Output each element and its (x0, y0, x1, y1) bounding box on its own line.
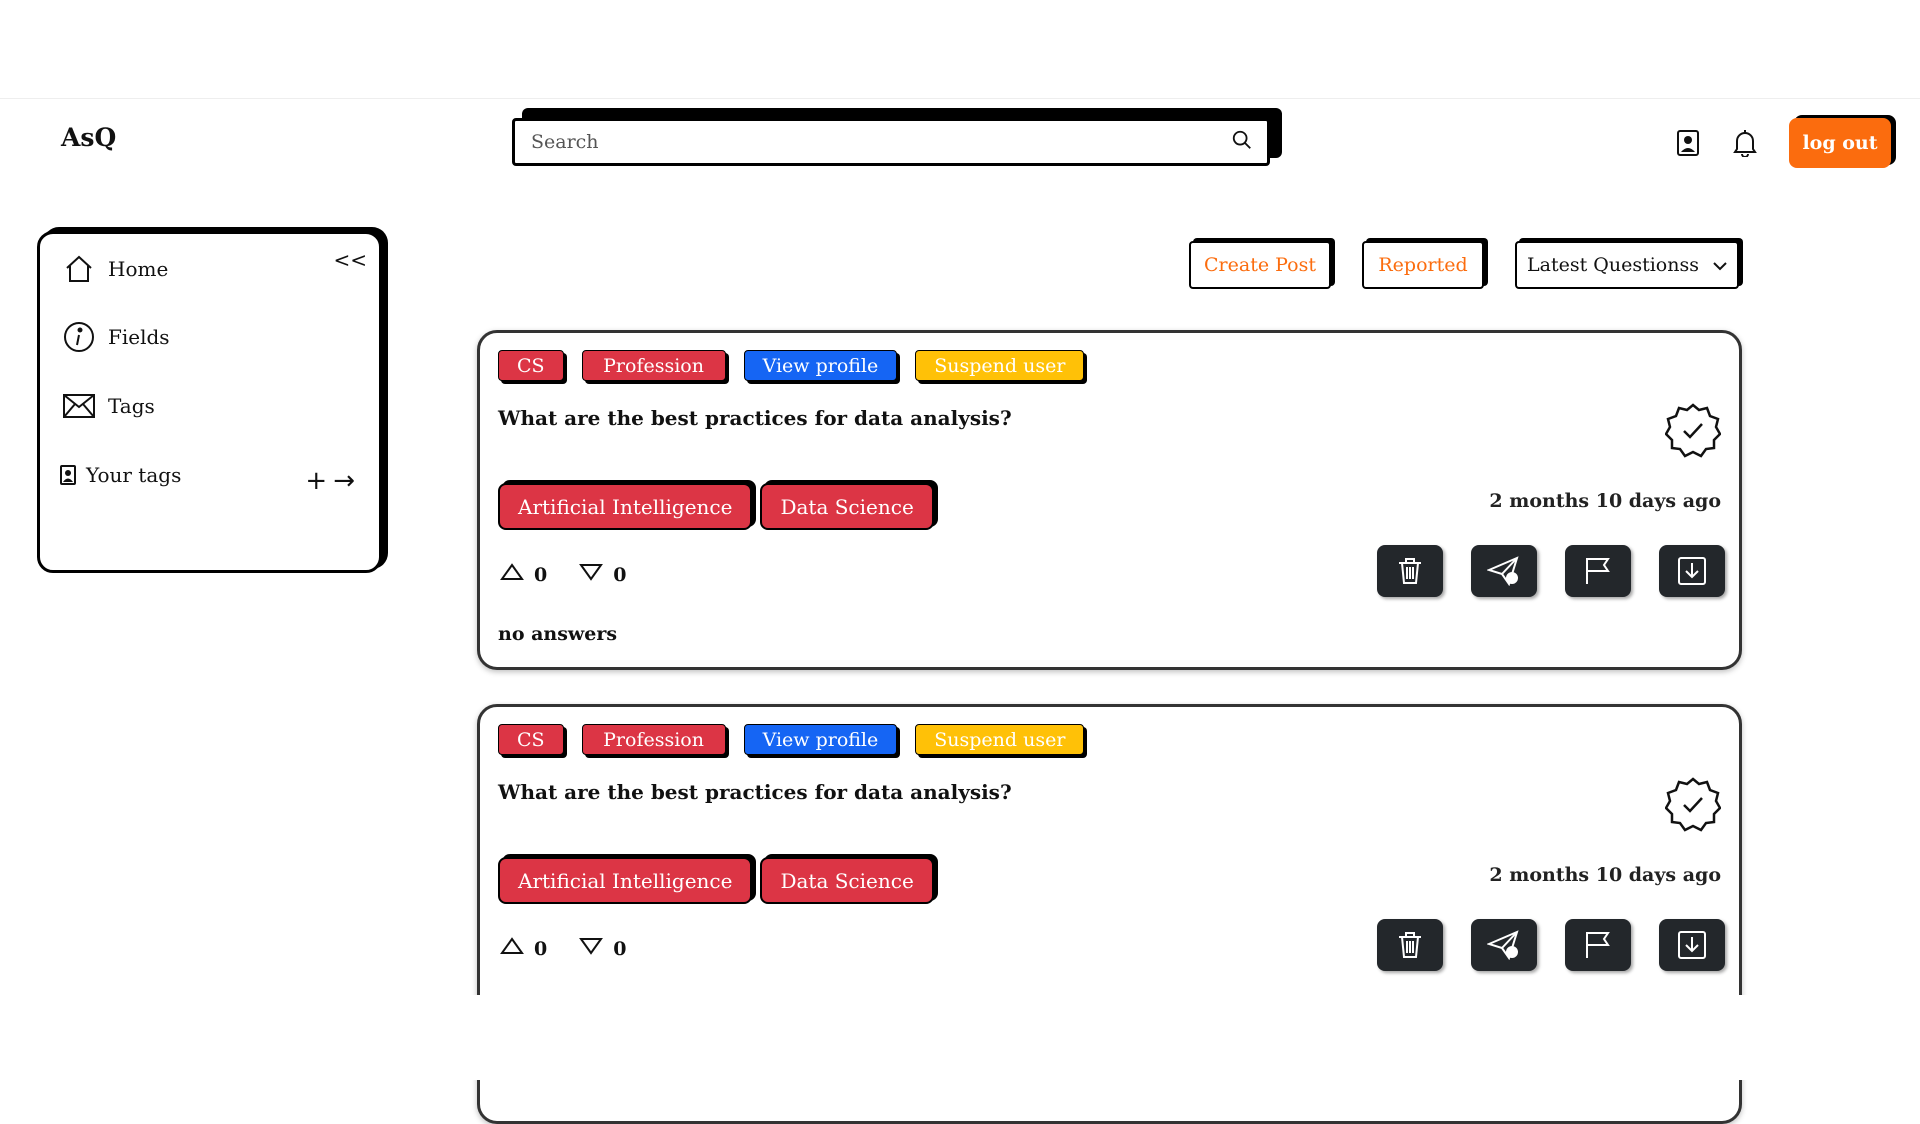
sidebar-item-label: Your tags (86, 463, 182, 487)
question-title[interactable]: What are the best practices for data ana… (498, 780, 1012, 804)
suspend-user-button[interactable]: Suspend user (915, 724, 1085, 755)
profession-chip[interactable]: Profession (581, 350, 726, 381)
sidebar-item-label: Fields (108, 325, 170, 349)
report-button[interactable] (1565, 545, 1631, 597)
collapse-sidebar-button[interactable]: << (333, 248, 367, 272)
downvote-count: 0 (613, 937, 627, 960)
search-bar (512, 108, 1282, 170)
view-profile-button[interactable]: View profile (743, 724, 898, 755)
downvote-icon[interactable] (579, 937, 604, 960)
create-post-button[interactable]: Create Post (1189, 241, 1331, 289)
tag-chip[interactable]: Artificial Intelligence (498, 483, 753, 530)
reported-button[interactable]: Reported (1362, 241, 1484, 289)
vote-controls: 0 0 (500, 563, 658, 586)
send-icon (1487, 930, 1519, 960)
downvote-count: 0 (613, 563, 627, 586)
profession-chip[interactable]: Profession (581, 724, 726, 755)
download-icon (1678, 931, 1706, 959)
downvote: 0 (579, 563, 626, 586)
add-tag-button[interactable]: + (305, 466, 327, 496)
contact-icon (58, 458, 78, 492)
sidebar: << Home Fields Tags Your tags + → (37, 231, 382, 573)
post-actions (1377, 545, 1725, 597)
upvote-count: 0 (534, 563, 548, 586)
sidebar-item-home[interactable]: Home (62, 252, 168, 286)
your-tags-actions: + → (305, 466, 355, 496)
upvote: 0 (500, 937, 547, 960)
sort-selected: Latest Questionss (1527, 254, 1699, 276)
post-time: 2 months 10 days ago (1489, 864, 1721, 886)
upvote: 0 (500, 563, 547, 586)
search-icon[interactable] (1231, 129, 1253, 155)
view-profile-button[interactable]: View profile (743, 350, 898, 381)
upvote-icon[interactable] (500, 937, 524, 960)
trash-icon (1399, 558, 1421, 584)
bell-icon[interactable] (1730, 128, 1760, 158)
logout-button[interactable]: log out (1789, 118, 1891, 168)
sidebar-item-tags[interactable]: Tags (62, 389, 155, 423)
page-bottom-margin (0, 995, 1920, 1080)
go-tags-button[interactable]: → (333, 466, 355, 496)
search-box[interactable] (512, 118, 1270, 166)
trash-icon (1399, 932, 1421, 958)
share-button[interactable] (1471, 919, 1537, 971)
upvote-icon[interactable] (500, 563, 524, 586)
field-chip[interactable]: CS (498, 724, 564, 755)
downvote: 0 (579, 937, 626, 960)
home-icon (62, 252, 96, 286)
save-button[interactable] (1659, 545, 1725, 597)
tag-chip[interactable]: Data Science (760, 483, 934, 530)
share-button[interactable] (1471, 545, 1537, 597)
flag-icon (1586, 558, 1610, 584)
upvote-count: 0 (534, 937, 548, 960)
answers-count: no answers (498, 623, 618, 645)
post-card: CS Profession View profile Suspend user … (477, 330, 1742, 670)
question-title[interactable]: What are the best practices for data ana… (498, 406, 1012, 430)
sidebar-item-label: Home (108, 257, 169, 281)
post-tags: Artificial Intelligence Data Science (498, 857, 934, 904)
post-actions (1377, 919, 1725, 971)
sidebar-item-your-tags[interactable]: Your tags (58, 458, 181, 492)
send-icon (1487, 556, 1519, 586)
tag-chip[interactable]: Artificial Intelligence (498, 857, 753, 904)
flag-icon (1586, 932, 1610, 958)
sidebar-item-label: Tags (108, 394, 155, 418)
header-divider (0, 98, 1920, 99)
downvote-icon[interactable] (579, 563, 604, 586)
sort-dropdown[interactable]: Latest Questionss (1515, 241, 1739, 289)
vote-controls: 0 0 (500, 937, 658, 960)
report-button[interactable] (1565, 919, 1631, 971)
field-chip[interactable]: CS (498, 350, 564, 381)
post-chips: CS Profession View profile Suspend user (498, 350, 1085, 381)
post-time: 2 months 10 days ago (1489, 490, 1721, 512)
post-tags: Artificial Intelligence Data Science (498, 483, 934, 530)
sidebar-item-fields[interactable]: Fields (62, 320, 170, 354)
verified-badge-icon (1664, 402, 1722, 458)
suspend-user-button[interactable]: Suspend user (915, 350, 1085, 381)
chevron-down-icon (1713, 254, 1727, 276)
delete-button[interactable] (1377, 919, 1443, 971)
download-icon (1678, 557, 1706, 585)
search-input[interactable] (529, 130, 1231, 154)
profile-icon[interactable] (1673, 128, 1703, 158)
post-chips: CS Profession View profile Suspend user (498, 724, 1085, 755)
save-button[interactable] (1659, 919, 1725, 971)
verified-badge-icon (1664, 776, 1722, 832)
delete-button[interactable] (1377, 545, 1443, 597)
info-icon (62, 320, 96, 354)
tag-chip[interactable]: Data Science (760, 857, 934, 904)
app-logo[interactable]: AsQ (61, 123, 116, 152)
envelope-icon (62, 389, 96, 423)
